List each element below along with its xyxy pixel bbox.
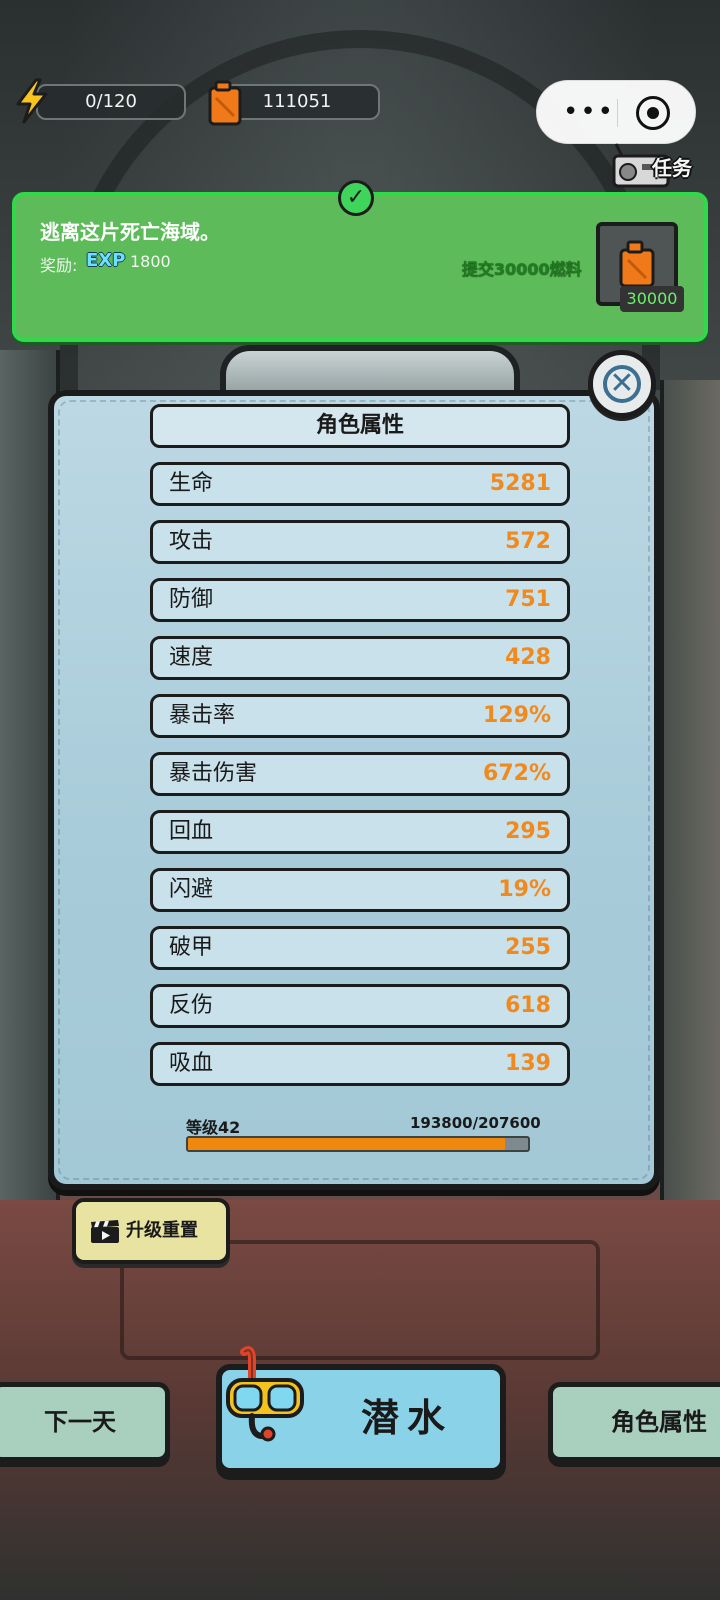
stat-value: 751 — [505, 587, 551, 612]
stat-value: 139 — [505, 1051, 551, 1076]
stat-name: 反伤 — [169, 993, 214, 1018]
stat-value: 672% — [483, 761, 551, 786]
stat-row: 破甲 255 — [150, 926, 570, 970]
stat-value: 19% — [498, 877, 551, 902]
next-day-button[interactable]: 下一天 — [0, 1382, 170, 1462]
stat-row: 闪避 19% — [150, 868, 570, 912]
upgrade-reset-label: 升级重置 — [126, 1220, 198, 1241]
close-icon: ✕ — [603, 365, 641, 403]
reward-value: 1800 — [130, 252, 171, 271]
stat-row: 回血 295 — [150, 810, 570, 854]
character-attributes-button[interactable]: 角色属性 — [548, 1382, 720, 1462]
fuel-can-icon — [208, 80, 242, 126]
stat-value: 129% — [483, 703, 551, 728]
stat-row: 防御 751 — [150, 578, 570, 622]
stat-name: 破甲 — [169, 935, 214, 960]
lightning-bolt-icon — [16, 78, 48, 124]
stat-name: 吸血 — [169, 1051, 214, 1076]
level-label: 等级42 — [186, 1118, 241, 1137]
quest-title: 逃离这片死亡海域。 — [40, 220, 220, 244]
fuel-item-quantity: 30000 — [620, 286, 684, 312]
stat-value: 618 — [505, 993, 551, 1018]
panel-title: 角色属性 — [150, 404, 570, 448]
stat-row: 生命 5281 — [150, 462, 570, 506]
submit-fuel-text: 提交30000燃料 — [462, 260, 582, 279]
stat-row: 吸血 139 — [150, 1042, 570, 1086]
video-clapper-icon — [91, 1220, 119, 1243]
stat-row: 速度 428 — [150, 636, 570, 680]
background-right-cabinet — [660, 380, 720, 1200]
stat-name: 速度 — [169, 645, 214, 670]
close-program-button[interactable] — [636, 96, 670, 130]
diving-mask-icon — [226, 1346, 304, 1442]
stat-row: 攻击 572 — [150, 520, 570, 564]
stat-name: 暴击率 — [169, 703, 236, 728]
stat-name: 攻击 — [169, 529, 214, 554]
stat-name: 暴击伤害 — [169, 761, 258, 786]
mini-program-capsule: ••• — [536, 80, 696, 144]
stat-row: 反伤 618 — [150, 984, 570, 1028]
xp-progress-fill — [188, 1138, 506, 1150]
exp-badge: EXP — [86, 250, 126, 271]
capsule-divider — [617, 99, 618, 127]
stat-name: 回血 — [169, 819, 214, 844]
upgrade-reset-button[interactable]: 升级重置 — [72, 1198, 230, 1264]
fuel-can-icon — [619, 240, 655, 288]
xp-progress-bar — [186, 1136, 530, 1152]
attributes-panel: 角色属性 生命 5281 攻击 572 防御 751 速度 428 暴击率 12… — [48, 390, 660, 1190]
stat-value: 428 — [505, 645, 551, 670]
stat-name: 生命 — [169, 471, 214, 496]
check-icon: ✓ — [338, 180, 374, 216]
stat-value: 5281 — [489, 471, 551, 496]
task-label[interactable]: 任务 — [652, 152, 692, 181]
stat-name: 闪避 — [169, 877, 214, 902]
xp-label: 193800/207600 — [410, 1114, 541, 1132]
stat-value: 295 — [505, 819, 551, 844]
stat-row: 暴击率 129% — [150, 694, 570, 738]
reward-label: 奖励: — [40, 256, 78, 275]
stat-value: 255 — [505, 935, 551, 960]
energy-counter: 0/120 — [36, 84, 186, 120]
stat-name: 防御 — [169, 587, 214, 612]
more-menu-button[interactable]: ••• — [561, 95, 617, 131]
stat-row: 暴击伤害 672% — [150, 752, 570, 796]
close-button[interactable]: ✕ — [588, 350, 656, 418]
dive-label: 潜水 — [360, 1396, 453, 1440]
stat-value: 572 — [505, 529, 551, 554]
